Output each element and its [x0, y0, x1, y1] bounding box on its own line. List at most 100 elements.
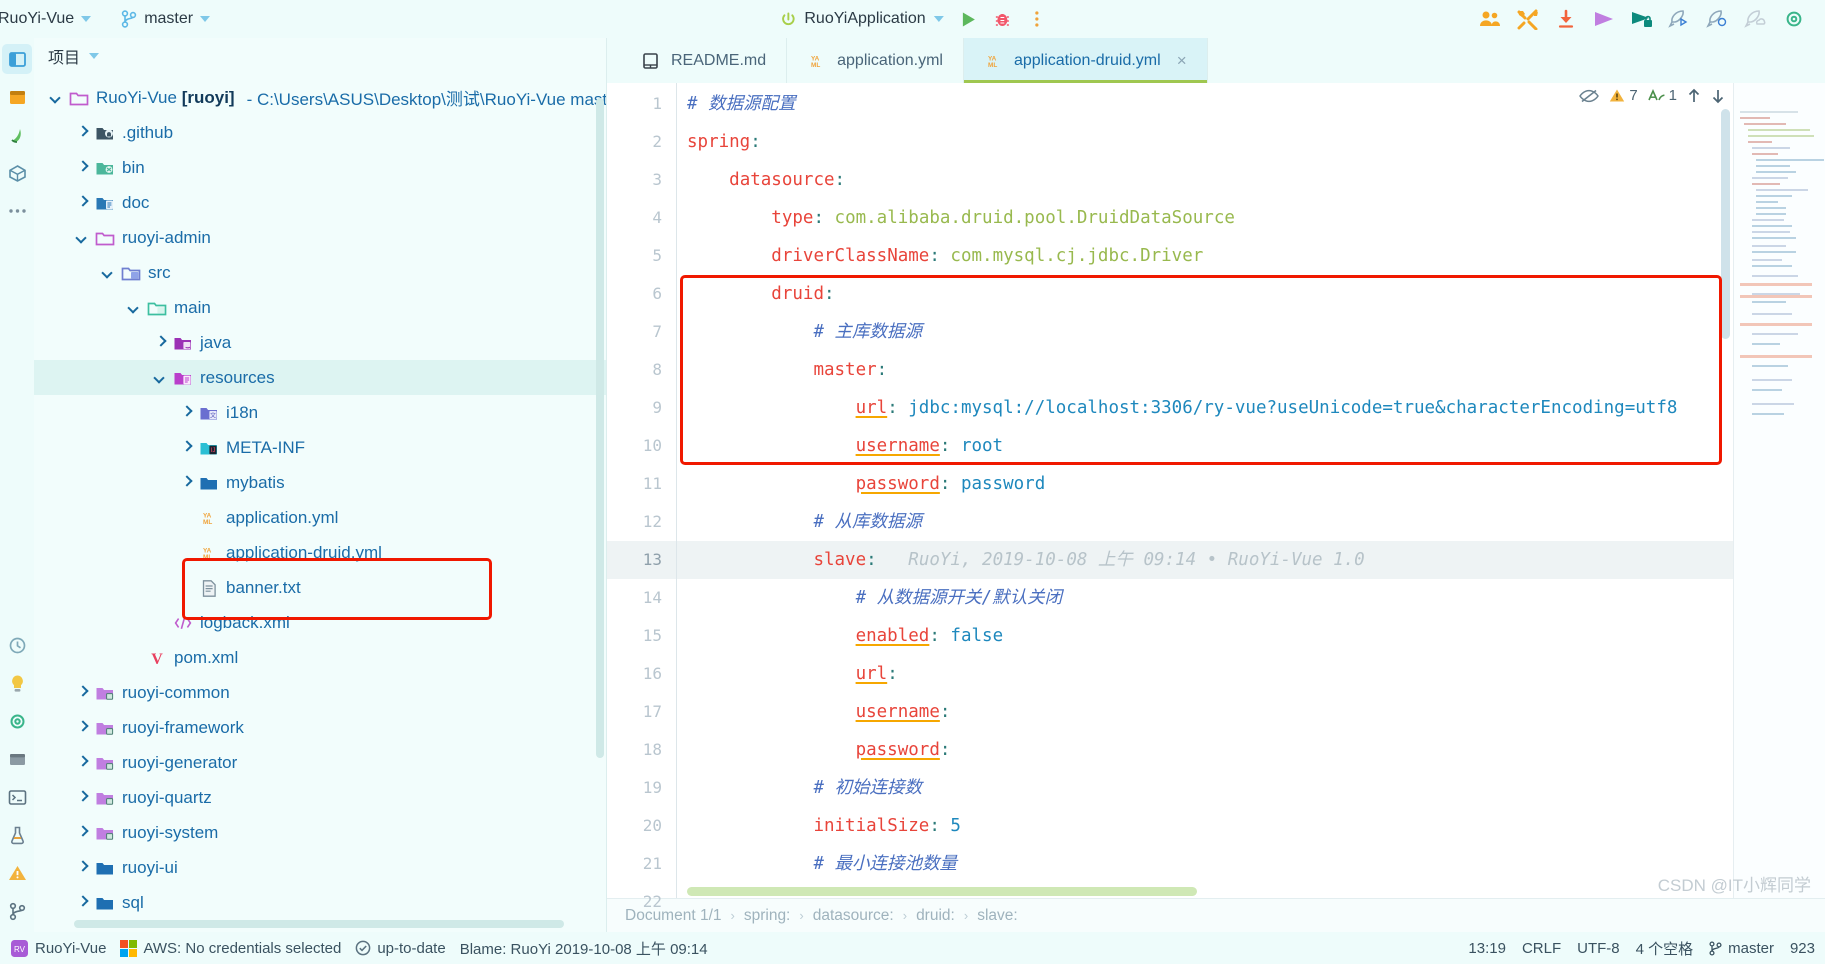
code-line[interactable]: master: — [677, 351, 1825, 389]
chevron-right-icon[interactable] — [178, 474, 195, 491]
tree-node-banner.txt[interactable]: banner.txt — [34, 570, 606, 605]
tree-node-.github[interactable]: .github — [34, 115, 606, 150]
breadcrumb-item[interactable]: datasource: — [813, 907, 894, 925]
sidebar-item-jrebel[interactable] — [2, 120, 32, 150]
tree-node-meta-inf[interactable]: IJ META-INF — [34, 430, 606, 465]
tree-node-ruoyi-framework[interactable]: ruoyi-framework — [34, 710, 606, 745]
code-line[interactable]: username: root — [677, 427, 1825, 465]
line-number[interactable]: 15 — [607, 617, 676, 655]
line-number[interactable]: 19 — [607, 769, 676, 807]
rocket-debug-icon[interactable] — [1701, 4, 1735, 34]
close-icon[interactable]: × — [1177, 51, 1187, 71]
project-tree-vscrollbar[interactable] — [596, 98, 604, 758]
line-number[interactable]: 10 — [607, 427, 676, 465]
sidebar-item-settings[interactable] — [2, 706, 32, 736]
sidebar-item-commit[interactable] — [2, 82, 32, 112]
tree-node-mybatis[interactable]: mybatis — [34, 465, 606, 500]
sidebar-item-more[interactable] — [2, 196, 32, 226]
prev-problem-icon[interactable] — [1687, 88, 1701, 104]
code-line[interactable]: url: — [677, 655, 1825, 693]
code-line[interactable]: # 从数据源开关/默认关闭 — [677, 579, 1825, 617]
next-problem-icon[interactable] — [1711, 88, 1725, 104]
tree-node-ruoyi-quartz[interactable]: ruoyi-quartz — [34, 780, 606, 815]
chevron-down-icon[interactable] — [152, 369, 169, 386]
chevron-right-icon[interactable] — [74, 754, 91, 771]
code-line[interactable]: datasource: — [677, 161, 1825, 199]
send-secure-icon[interactable] — [1625, 4, 1659, 34]
tools-icon[interactable] — [1511, 4, 1545, 34]
sidebar-item-structure[interactable] — [2, 158, 32, 188]
line-number[interactable]: 22 — [607, 883, 676, 921]
editor-tab-readme-md[interactable]: README.md — [621, 38, 788, 83]
editor-vscrollbar[interactable] — [1721, 109, 1730, 339]
chevron-right-icon[interactable] — [74, 894, 91, 911]
code-line[interactable]: url: jdbc:mysql://localhost:3306/ry-vue?… — [677, 389, 1825, 427]
line-number[interactable]: 4 — [607, 199, 676, 237]
settings-gear-icon[interactable] — [1777, 4, 1811, 34]
tree-node-application.yml[interactable]: YA ML application.yml — [34, 500, 606, 535]
sidebar-item-project[interactable] — [2, 44, 32, 74]
project-selector[interactable]: RuoYi-Vue — [0, 7, 99, 31]
status-branch[interactable]: master — [1709, 940, 1774, 957]
send-icon[interactable] — [1587, 4, 1621, 34]
chevron-right-icon[interactable] — [74, 684, 91, 701]
tree-node-ruoyi-admin[interactable]: ruoyi-admin — [34, 220, 606, 255]
status-caret-position[interactable]: 13:19 — [1468, 940, 1506, 957]
line-number[interactable]: 17 — [607, 693, 676, 731]
code-line[interactable]: initialSize: 5 — [677, 807, 1825, 845]
status-aws[interactable]: AWS: No credentials selected — [120, 939, 341, 957]
line-number[interactable]: 3 — [607, 161, 676, 199]
code-line[interactable]: slave: RuoYi, 2019-10-08 上午 09:14 • RuoY… — [677, 541, 1825, 579]
line-number[interactable]: 14 — [607, 579, 676, 617]
sidebar-item-run[interactable] — [2, 668, 32, 698]
sidebar-item-database[interactable] — [2, 744, 32, 774]
status-memory[interactable]: 923 — [1790, 940, 1815, 957]
code-line[interactable]: # 最小连接池数量 — [677, 845, 1825, 883]
breadcrumb-item[interactable]: slave: — [977, 907, 1018, 925]
hide-inspections-icon[interactable] — [1579, 88, 1600, 104]
editor-hscrollbar[interactable] — [687, 887, 1197, 896]
rocket-run-icon[interactable] — [1663, 4, 1697, 34]
run-configuration-selector[interactable]: RuoYiApplication — [771, 7, 951, 31]
sidebar-item-warnings[interactable] — [2, 858, 32, 888]
tree-node-bin[interactable]: bin — [34, 150, 606, 185]
code-line[interactable]: # 从库数据源 — [677, 503, 1825, 541]
tree-node-src[interactable]: src — [34, 255, 606, 290]
line-number[interactable]: 5 — [607, 237, 676, 275]
status-line-separator[interactable]: CRLF — [1522, 940, 1561, 957]
chevron-right-icon[interactable] — [74, 194, 91, 211]
line-number[interactable]: 12 — [607, 503, 676, 541]
editor-tab-application-druid-yml[interactable]: YA ML application-druid.yml × — [963, 38, 1208, 83]
tree-node-ruoyi-generator[interactable]: ruoyi-generator — [34, 745, 606, 780]
tree-node-resources[interactable]: resources — [34, 360, 606, 395]
line-number[interactable]: 7 — [607, 313, 676, 351]
editor-tab-application-yml[interactable]: YA ML application.yml — [787, 38, 964, 83]
tree-node-application-druid.yml[interactable]: YA ML application-druid.yml — [34, 535, 606, 570]
project-tree[interactable]: RuoYi-Vue [ruoyi] - C:\Users\ASUS\Desktop… — [34, 74, 606, 932]
breadcrumb-item[interactable]: spring: — [744, 907, 791, 925]
tree-node-main[interactable]: main — [34, 290, 606, 325]
line-number[interactable]: 16 — [607, 655, 676, 693]
code-line[interactable]: druid: — [677, 275, 1825, 313]
status-blame[interactable]: Blame: RuoYi 2019-10-08 上午 09:14 — [460, 938, 708, 959]
typo-count-badge[interactable]: 1 — [1647, 87, 1677, 104]
tree-node-ruoyi-ui[interactable]: ruoyi-ui — [34, 850, 606, 885]
tree-node-ruoyi-system[interactable]: ruoyi-system — [34, 815, 606, 850]
code-line[interactable]: username: — [677, 693, 1825, 731]
code-line[interactable]: type: com.alibaba.druid.pool.DruidDataSo… — [677, 199, 1825, 237]
chevron-right-icon[interactable] — [74, 124, 91, 141]
status-project[interactable]: RV RuoYi-Vue — [10, 939, 106, 958]
code-line[interactable]: driverClassName: com.mysql.cj.jdbc.Drive… — [677, 237, 1825, 275]
status-update[interactable]: up-to-date — [355, 940, 446, 957]
chevron-right-icon[interactable] — [74, 789, 91, 806]
line-number[interactable]: 18 — [607, 731, 676, 769]
code-line[interactable]: password: password — [677, 465, 1825, 503]
breadcrumb[interactable]: Document 1/1 › spring: › datasource: › druid: ›… — [607, 898, 1825, 932]
branch-selector[interactable]: master — [113, 7, 218, 31]
chevron-right-icon[interactable] — [152, 334, 169, 351]
inspection-widget[interactable]: 7 1 — [1579, 87, 1725, 104]
line-number[interactable]: 11 — [607, 465, 676, 503]
debug-button[interactable] — [986, 4, 1020, 34]
line-number[interactable]: 8 — [607, 351, 676, 389]
code-line[interactable]: # 主库数据源 — [677, 313, 1825, 351]
